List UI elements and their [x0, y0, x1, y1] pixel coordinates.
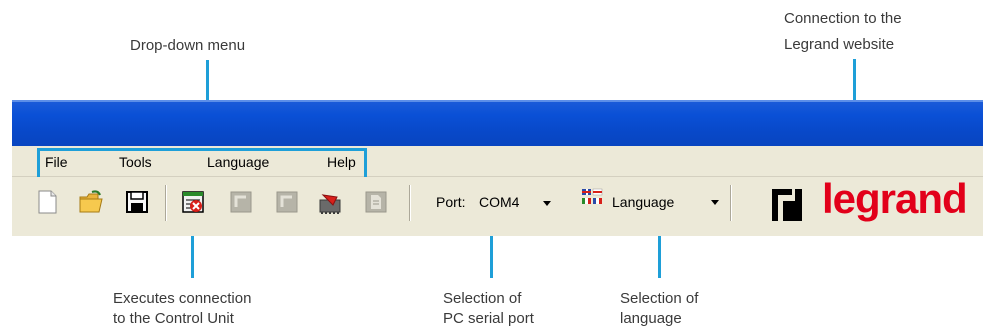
language-leader-line [658, 230, 661, 278]
toolbar-separator [165, 185, 167, 221]
callout-language-line1: Selection of [620, 290, 699, 307]
callout-website-line2: Legrand website [784, 36, 895, 53]
toolbar: Port: COM4 Language legrand [12, 175, 983, 236]
language-dropdown-arrow-icon[interactable] [711, 200, 719, 205]
port-label: Port: [436, 194, 466, 210]
document-icon[interactable] [363, 189, 389, 215]
legrand-logo-text: legrand [822, 175, 968, 222]
disabled-icon[interactable] [228, 189, 254, 215]
callout-connect-line2: to the Control Unit [113, 310, 234, 327]
callout-serial-line1: Selection of [443, 290, 522, 307]
save-icon[interactable] [124, 189, 150, 215]
new-file-icon[interactable] [34, 189, 60, 215]
title-bar [12, 100, 983, 146]
callout-language-line2: language [620, 310, 682, 327]
toolbar-separator [730, 185, 732, 221]
send-icon[interactable] [317, 189, 343, 215]
toolbar-separator [409, 185, 411, 221]
port-dropdown-arrow-icon[interactable] [543, 201, 551, 206]
open-folder-icon[interactable] [78, 189, 104, 215]
flags-icon [580, 187, 606, 213]
disabled-icon[interactable] [274, 189, 300, 215]
language-select[interactable]: Language [612, 194, 674, 210]
menu-highlight-box [37, 148, 367, 180]
application-window: File Tools Language Help Port: COM4 Lang… [12, 100, 983, 236]
port-value: COM4 [479, 194, 520, 210]
port-select[interactable]: COM4 [465, 190, 553, 214]
serial-leader-line [490, 230, 493, 278]
callout-connect-line1: Executes connection [113, 290, 252, 307]
callout-dropdown-menu: Drop-down menu [130, 37, 246, 54]
callout-serial-line2: PC serial port [443, 310, 534, 327]
connect-icon[interactable] [180, 189, 206, 215]
callout-website-line1: Connection to the [784, 10, 902, 27]
